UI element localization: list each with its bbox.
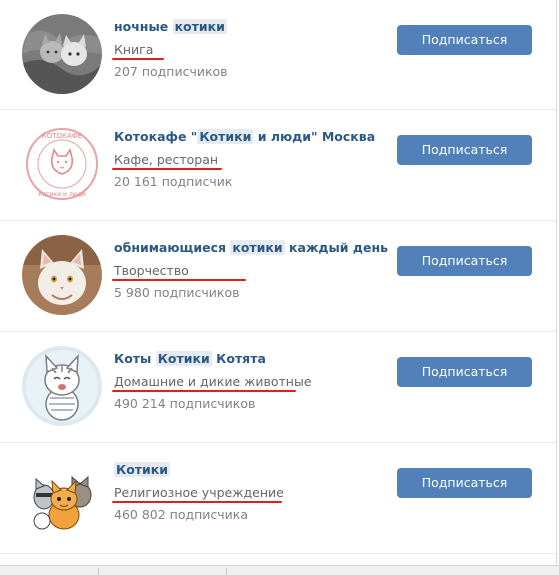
- red-underline: [112, 390, 296, 392]
- list-item: КОТОКАФЕ Котики и люди Котокафе " Котики …: [0, 110, 556, 221]
- list-item: Коты Котики Котята Домашние и дикие живо…: [0, 332, 556, 443]
- red-underline: [112, 279, 246, 281]
- subscribe-button[interactable]: Подписаться: [397, 135, 532, 165]
- red-underline: [112, 168, 222, 170]
- subscriber-count: 207 подписчиков: [114, 64, 228, 79]
- cats-photo-icon: [22, 14, 102, 94]
- cat-cafe-logo-icon: КОТОКАФЕ Котики и люди: [22, 124, 102, 204]
- bar-separator: [98, 568, 99, 575]
- subscribe-button[interactable]: Подписаться: [397, 468, 532, 498]
- subscriber-count: 5 980 подписчиков: [114, 285, 240, 300]
- subscribe-button[interactable]: Подписаться: [397, 246, 532, 276]
- subscribe-button[interactable]: Подписаться: [397, 357, 532, 387]
- subscriber-count: 490 214 подписчиков: [114, 396, 256, 411]
- list-item: обнимающиеся котики каждый день Творчест…: [0, 221, 556, 332]
- group-category: Книга: [114, 42, 154, 57]
- group-title[interactable]: Котики: [114, 462, 171, 477]
- group-category: Религиозное учреждение: [114, 485, 284, 500]
- avatar[interactable]: [22, 346, 102, 426]
- white-cat-photo-icon: [22, 235, 102, 315]
- list-item: ночные котики Книга 207 подписчиков Подп…: [0, 0, 556, 110]
- group-title[interactable]: Коты Котики Котята: [114, 351, 266, 366]
- group-search-results: ночные котики Книга 207 подписчиков Подп…: [0, 0, 559, 575]
- red-underline: [112, 501, 282, 503]
- group-title[interactable]: Котокафе " Котики и люди" Москва: [114, 129, 375, 144]
- group-title[interactable]: ночные котики: [114, 19, 227, 34]
- search-highlight: котики: [230, 240, 285, 255]
- bottom-scroll-bar[interactable]: [0, 565, 559, 575]
- subscribe-button[interactable]: Подписаться: [397, 25, 532, 55]
- group-category: Творчество: [114, 263, 189, 278]
- svg-text:Котики и люди: Котики и люди: [38, 191, 86, 198]
- group-category: Кафе, ресторан: [114, 152, 219, 167]
- avatar[interactable]: КОТОКАФЕ Котики и люди: [22, 124, 102, 204]
- search-highlight: котики: [172, 19, 227, 34]
- search-highlight: Котики: [155, 351, 212, 366]
- group-category: Домашние и дикие животные: [114, 374, 312, 389]
- subscriber-count: 20 161 подписчик: [114, 174, 233, 189]
- search-highlight: Котики: [114, 462, 171, 477]
- group-title[interactable]: обнимающиеся котики каждый день: [114, 240, 388, 255]
- avatar[interactable]: [22, 457, 102, 537]
- list-item: Котики Религиозное учреждение 460 802 по…: [0, 443, 556, 554]
- svg-text:КОТОКАФЕ: КОТОКАФЕ: [42, 132, 82, 140]
- panel-border: [556, 0, 557, 565]
- group-list: ночные котики Книга 207 подписчиков Подп…: [0, 0, 556, 554]
- search-highlight: Котики: [197, 129, 254, 144]
- bar-separator: [226, 568, 227, 575]
- cartoon-cat-icon: [22, 346, 102, 426]
- avatar[interactable]: [22, 235, 102, 315]
- avatar[interactable]: [22, 14, 102, 94]
- subscriber-count: 460 802 подписчика: [114, 507, 249, 522]
- cartoon-cats-group-icon: [22, 457, 102, 537]
- red-underline: [112, 58, 164, 60]
